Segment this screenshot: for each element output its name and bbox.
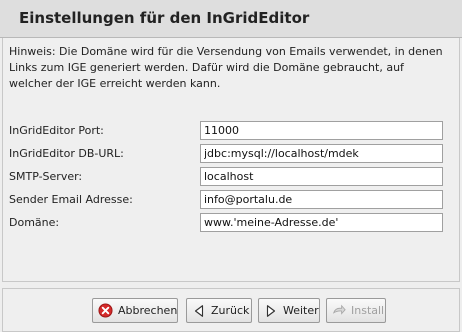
smtp-label: SMTP-Server: <box>9 170 83 183</box>
install-button-label: Install <box>351 304 385 317</box>
dialog-header: Einstellungen für den InGridEditor <box>0 0 462 38</box>
form-row-db-url: InGridEditor DB-URL: <box>9 144 449 164</box>
install-button[interactable]: Install <box>326 298 386 323</box>
next-button-label: Weiter <box>283 304 319 317</box>
sender-email-field[interactable] <box>200 190 443 209</box>
port-label: InGridEditor Port: <box>9 124 104 137</box>
db-url-label: InGridEditor DB-URL: <box>9 147 124 160</box>
domain-field[interactable] <box>200 213 443 232</box>
arrow-right-icon <box>264 303 278 319</box>
cancel-icon <box>98 303 113 319</box>
domain-label: Domäne: <box>9 216 60 229</box>
smtp-field[interactable] <box>200 167 443 186</box>
port-field[interactable] <box>200 121 443 140</box>
install-icon <box>332 303 346 319</box>
form-row-domain: Domäne: <box>9 213 449 233</box>
form-row-smtp: SMTP-Server: <box>9 167 449 187</box>
hint-text: Hinweis: Die Domäne wird für die Versend… <box>9 45 443 90</box>
button-bar: Abbrechen Zurück Weiter Install <box>2 288 460 332</box>
sender-email-label: Sender Email Adresse: <box>9 193 133 206</box>
cancel-button[interactable]: Abbrechen <box>92 298 178 323</box>
form-row-port: InGridEditor Port: <box>9 121 449 141</box>
arrow-left-icon <box>192 303 206 319</box>
settings-panel: Hinweis: Die Domäne wird für die Versend… <box>2 38 460 282</box>
form-row-sender-email: Sender Email Adresse: <box>9 190 449 210</box>
back-button[interactable]: Zurück <box>186 298 252 323</box>
cancel-button-label: Abbrechen <box>118 304 178 317</box>
db-url-field[interactable] <box>200 144 443 163</box>
next-button[interactable]: Weiter <box>258 298 320 323</box>
back-button-label: Zurück <box>211 304 250 317</box>
page-title: Einstellungen für den InGridEditor <box>19 9 310 27</box>
